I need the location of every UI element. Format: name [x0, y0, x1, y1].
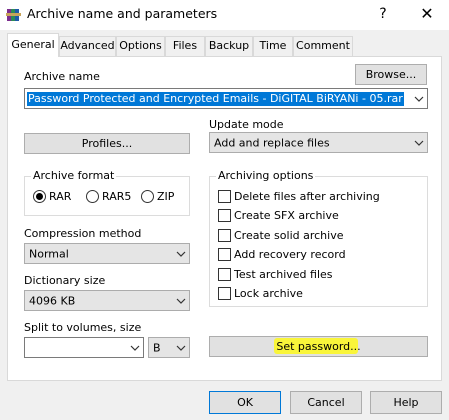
update-mode-label: Update mode [209, 118, 284, 131]
radio-zip-label[interactable]: ZIP [157, 190, 174, 203]
browse-button[interactable]: Browse... [355, 64, 427, 85]
profiles-button[interactable]: Profiles... [24, 133, 190, 154]
compression-method-select[interactable]: Normal [24, 243, 190, 264]
tab-comment[interactable]: Comment [293, 36, 353, 56]
chevron-down-icon[interactable] [414, 96, 424, 102]
tab-general[interactable]: General [7, 33, 59, 57]
archive-name-combo[interactable]: Password Protected and Encrypted Emails … [24, 88, 428, 109]
radio-rar[interactable] [33, 190, 46, 203]
checkbox-delete-files[interactable] [218, 190, 231, 203]
checkbox-sfx-label[interactable]: Create SFX archive [234, 209, 339, 222]
split-unit-value: B [153, 341, 161, 354]
window-title: Archive name and parameters [27, 6, 218, 21]
checkbox-recovery-label[interactable]: Add recovery record [234, 248, 346, 261]
checkbox-lock-label[interactable]: Lock archive [234, 287, 303, 300]
update-mode-value: Add and replace files [214, 136, 330, 149]
radio-rar5-label[interactable]: RAR5 [102, 190, 131, 203]
title-bar: Archive name and parameters ? ✕ [0, 0, 449, 30]
dictionary-size-label: Dictionary size [24, 274, 106, 287]
radio-rar-label[interactable]: RAR [49, 190, 71, 203]
dictionary-size-select[interactable]: 4096 KB [24, 290, 190, 311]
update-mode-select[interactable]: Add and replace files [209, 132, 428, 153]
radio-rar5[interactable] [86, 190, 99, 203]
split-volumes-combo[interactable] [24, 337, 144, 358]
archive-name-input[interactable]: Password Protected and Encrypted Emails … [27, 92, 404, 106]
help-button[interactable]: Help [370, 391, 442, 414]
chevron-down-icon[interactable] [414, 140, 424, 146]
close-button[interactable]: ✕ [413, 3, 441, 25]
help-title-button[interactable]: ? [373, 4, 393, 24]
checkbox-test[interactable] [218, 268, 231, 281]
compression-method-label: Compression method [24, 227, 142, 240]
chevron-down-icon[interactable] [176, 251, 186, 257]
archiving-options-label: Archiving options [216, 169, 316, 182]
tab-files[interactable]: Files [165, 36, 205, 56]
archive-format-label: Archive format [31, 169, 117, 182]
archive-name-label: Archive name [24, 70, 100, 83]
checkbox-delete-files-label[interactable]: Delete files after archiving [234, 190, 380, 203]
tab-backup[interactable]: Backup [205, 36, 253, 56]
winrar-app-icon [6, 9, 21, 21]
checkbox-solid[interactable] [218, 229, 231, 242]
checkbox-test-label[interactable]: Test archived files [234, 268, 333, 281]
checkbox-recovery[interactable] [218, 248, 231, 261]
cancel-button[interactable]: Cancel [290, 391, 362, 414]
checkbox-solid-label[interactable]: Create solid archive [234, 229, 343, 242]
checkbox-sfx[interactable] [218, 209, 231, 222]
tab-advanced[interactable]: Advanced [59, 36, 116, 56]
dictionary-size-value: 4096 KB [29, 294, 76, 307]
split-volumes-label: Split to volumes, size [24, 321, 142, 334]
chevron-down-icon[interactable] [176, 345, 186, 351]
chevron-down-icon[interactable] [130, 345, 140, 351]
compression-method-value: Normal [29, 247, 69, 260]
ok-button[interactable]: OK [209, 391, 281, 414]
tab-time[interactable]: Time [253, 36, 293, 56]
tab-options[interactable]: Options [116, 36, 165, 56]
radio-zip[interactable] [141, 190, 154, 203]
checkbox-lock[interactable] [218, 287, 231, 300]
split-unit-select[interactable]: B [148, 337, 190, 358]
set-password-button[interactable]: Set password... [209, 336, 428, 357]
set-password-label[interactable]: Set password... [276, 340, 360, 353]
chevron-down-icon[interactable] [176, 298, 186, 304]
